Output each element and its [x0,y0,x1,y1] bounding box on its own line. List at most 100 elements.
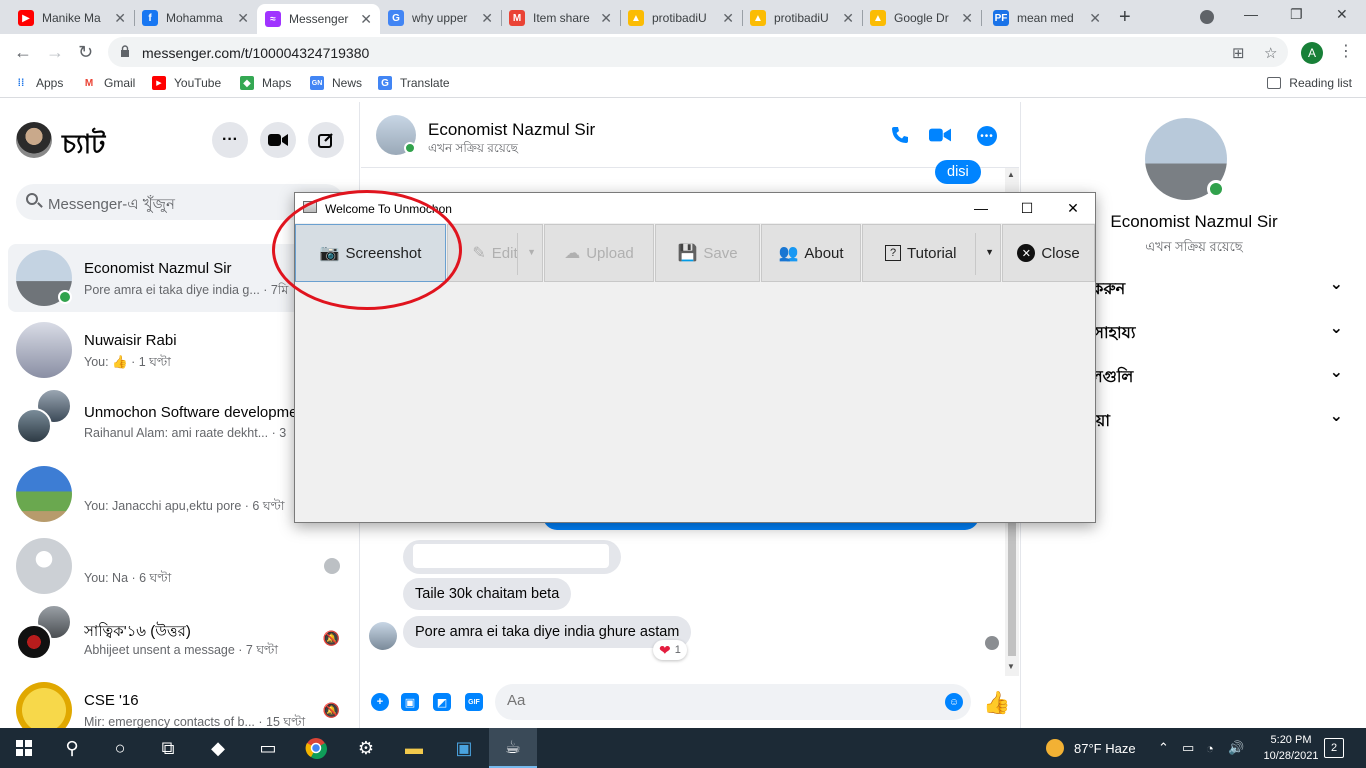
chat-item-sattik-16[interactable]: সাত্বিক'১৬ (উত্তর) Abhijeet unsent a mes… [8,604,352,672]
contact-name[interactable]: Economist Nazmul Sir [428,120,595,140]
browser-tab[interactable]: ▶ Manike Ma ✕ [10,4,134,32]
message-input[interactable] [507,692,907,709]
forward-icon[interactable]: → [46,42,64,63]
dialog-close-icon[interactable]: ✕ [1063,198,1083,218]
browser-tab[interactable]: ▲ Google Dr ✕ [862,4,981,32]
new-tab-button[interactable]: + [1119,6,1131,29]
screenshot-button[interactable]: 📷 Screenshot [295,224,446,282]
task-view-icon[interactable]: ⧉ [144,728,192,768]
bookmark-apps[interactable]: ⁞⁞ Apps [14,76,64,90]
tab-strip: ▶ Manike Ma ✕ f Mohamma ✕ ≈ Messenger ✕ Gwhy uppe… [0,0,1366,34]
link-preview [413,544,609,568]
chrome-icon[interactable] [292,728,340,768]
browser-tab[interactable]: PF mean med ✕ [985,4,1109,32]
profile-avatar[interactable]: A [1301,42,1323,64]
restore-icon[interactable]: ❐ [1290,6,1303,23]
gif-icon[interactable]: GIF [465,693,483,711]
close-tab-icon[interactable]: ✕ [842,10,854,27]
my-avatar[interactable] [16,122,52,158]
photos-icon[interactable]: ▣ [440,728,488,768]
scroll-down-arrow-icon[interactable]: ▼ [1007,662,1015,671]
scrollbar-thumb[interactable] [1008,522,1016,656]
chat-item-unnamed-2[interactable]: You: Na · 6 ঘণ্টা [8,532,352,600]
video-camera-icon [929,128,951,142]
edit-button[interactable]: ✎ Edit ▼ [447,224,543,282]
close-circle-icon: ✕ [1017,244,1036,262]
system-clock[interactable]: 5:20 PM 10/28/2021 [1262,732,1320,764]
add-attachment-icon[interactable]: + [371,693,389,711]
new-video-call-button[interactable] [260,122,296,158]
new-message-button[interactable] [308,122,344,158]
file-explorer-icon[interactable]: ▬ [390,728,438,768]
dialog-titlebar[interactable]: Welcome To Unmochon — ☐ ✕ [295,193,1095,223]
bookmark-maps[interactable]: ◆ Maps [240,76,291,90]
reload-icon[interactable]: ↻ [78,42,93,63]
close-tab-icon[interactable]: ✕ [1089,10,1101,27]
close-tab-icon[interactable]: ✕ [481,10,493,27]
bookmark-youtube[interactable]: ▶ YouTube [152,76,221,90]
wifi-icon[interactable]: ◔ [1206,728,1214,768]
back-icon[interactable]: ← [14,42,32,63]
close-tab-icon[interactable]: ✕ [237,10,249,27]
more-options-button[interactable]: ··· [212,122,248,158]
notification-center-icon[interactable]: 2 [1324,738,1344,758]
settings-gear-icon[interactable]: ⚙ [342,728,390,768]
browser-tab[interactable]: ≈ Messenger ✕ [257,4,380,34]
ellipsis-icon: ··· [222,131,238,148]
tab-search-icon[interactable] [1200,10,1214,24]
minimize-icon[interactable]: — [1244,6,1258,22]
cortana-icon[interactable]: ○ [96,728,144,768]
browser-tab[interactable]: M Item share ✕ [501,4,620,32]
app-diamond-icon[interactable]: ◆ [194,728,242,768]
search-icon[interactable]: ⚲ [48,728,96,768]
close-tab-icon[interactable]: ✕ [722,10,734,27]
java-app-icon[interactable]: ☕ [489,728,537,768]
close-tab-icon[interactable]: ✕ [961,10,973,27]
bookmark-translate[interactable]: G Translate [378,76,450,90]
photo-icon[interactable]: ▣ [401,693,419,711]
message-bubble-outgoing[interactable]: disi [935,160,981,184]
browser-tab[interactable]: ▲ protibadiU ✕ [620,4,742,32]
reaction-badge[interactable]: ❤ 1 [653,640,687,660]
scroll-up-arrow-icon[interactable]: ▲ [1007,170,1015,179]
video-call-button[interactable] [929,124,951,146]
volume-icon[interactable]: 🔊 [1228,728,1244,768]
dropdown-arrow-icon[interactable]: ▼ [527,247,536,257]
browser-tab[interactable]: f Mohamma ✕ [134,4,257,32]
browser-tab[interactable]: Gwhy upper ✕ [380,4,501,32]
tutorial-button[interactable]: ? Tutorial ▼ [862,224,1001,282]
about-button[interactable]: 👥 About [761,224,861,282]
close-tab-icon[interactable]: ✕ [600,10,612,27]
battery-icon[interactable]: ▭ [1182,728,1194,768]
save-button[interactable]: 💾 Save [655,224,760,282]
reading-list-button[interactable]: Reading list [1267,76,1352,90]
pc-app-icon[interactable]: ▭ [244,728,292,768]
translate-page-icon[interactable]: ⊞ [1232,44,1245,62]
bookmark-star-icon[interactable]: ☆ [1264,44,1277,62]
sticker-icon[interactable]: ◩ [433,693,451,711]
dropdown-arrow-icon[interactable]: ▼ [985,247,994,257]
show-hidden-icons-icon[interactable]: ⌃ [1158,728,1169,768]
close-tab-icon[interactable]: ✕ [114,10,126,27]
address-bar[interactable]: messenger.com/t/100004324719380 ⊞ ☆ [108,37,1288,67]
windows-start-icon[interactable] [0,728,48,768]
dialog-minimize-icon[interactable]: — [971,198,991,218]
dialog-maximize-icon[interactable]: ☐ [1017,198,1037,218]
close-window-icon[interactable]: ✕ [1336,6,1348,23]
message-bubble-incoming[interactable] [403,540,621,574]
close-button[interactable]: ✕ Close [1002,224,1095,282]
emoji-icon[interactable]: ☺ [945,693,963,711]
weather-widget[interactable]: 87°F Haze [1046,728,1136,768]
message-bubble-incoming[interactable]: Pore amra ei taka diye india ghure astam [403,616,692,648]
close-tab-icon[interactable]: ✕ [360,11,372,28]
news-icon: GN [310,76,324,90]
message-bubble-incoming[interactable]: Taile 30k chaitam beta [403,578,572,610]
browser-tab[interactable]: ▲ protibadiU ✕ [742,4,862,32]
bookmark-gmail[interactable]: M Gmail [82,76,136,90]
audio-call-button[interactable] [889,124,911,146]
thumbs-up-icon[interactable]: 👍 [983,690,1010,716]
chrome-menu-icon[interactable]: ⋮ [1338,41,1354,61]
upload-button[interactable]: ☁ Upload [544,224,654,282]
bookmark-news[interactable]: GN News [310,76,362,90]
conversation-info-button[interactable]: ••• [977,126,997,146]
